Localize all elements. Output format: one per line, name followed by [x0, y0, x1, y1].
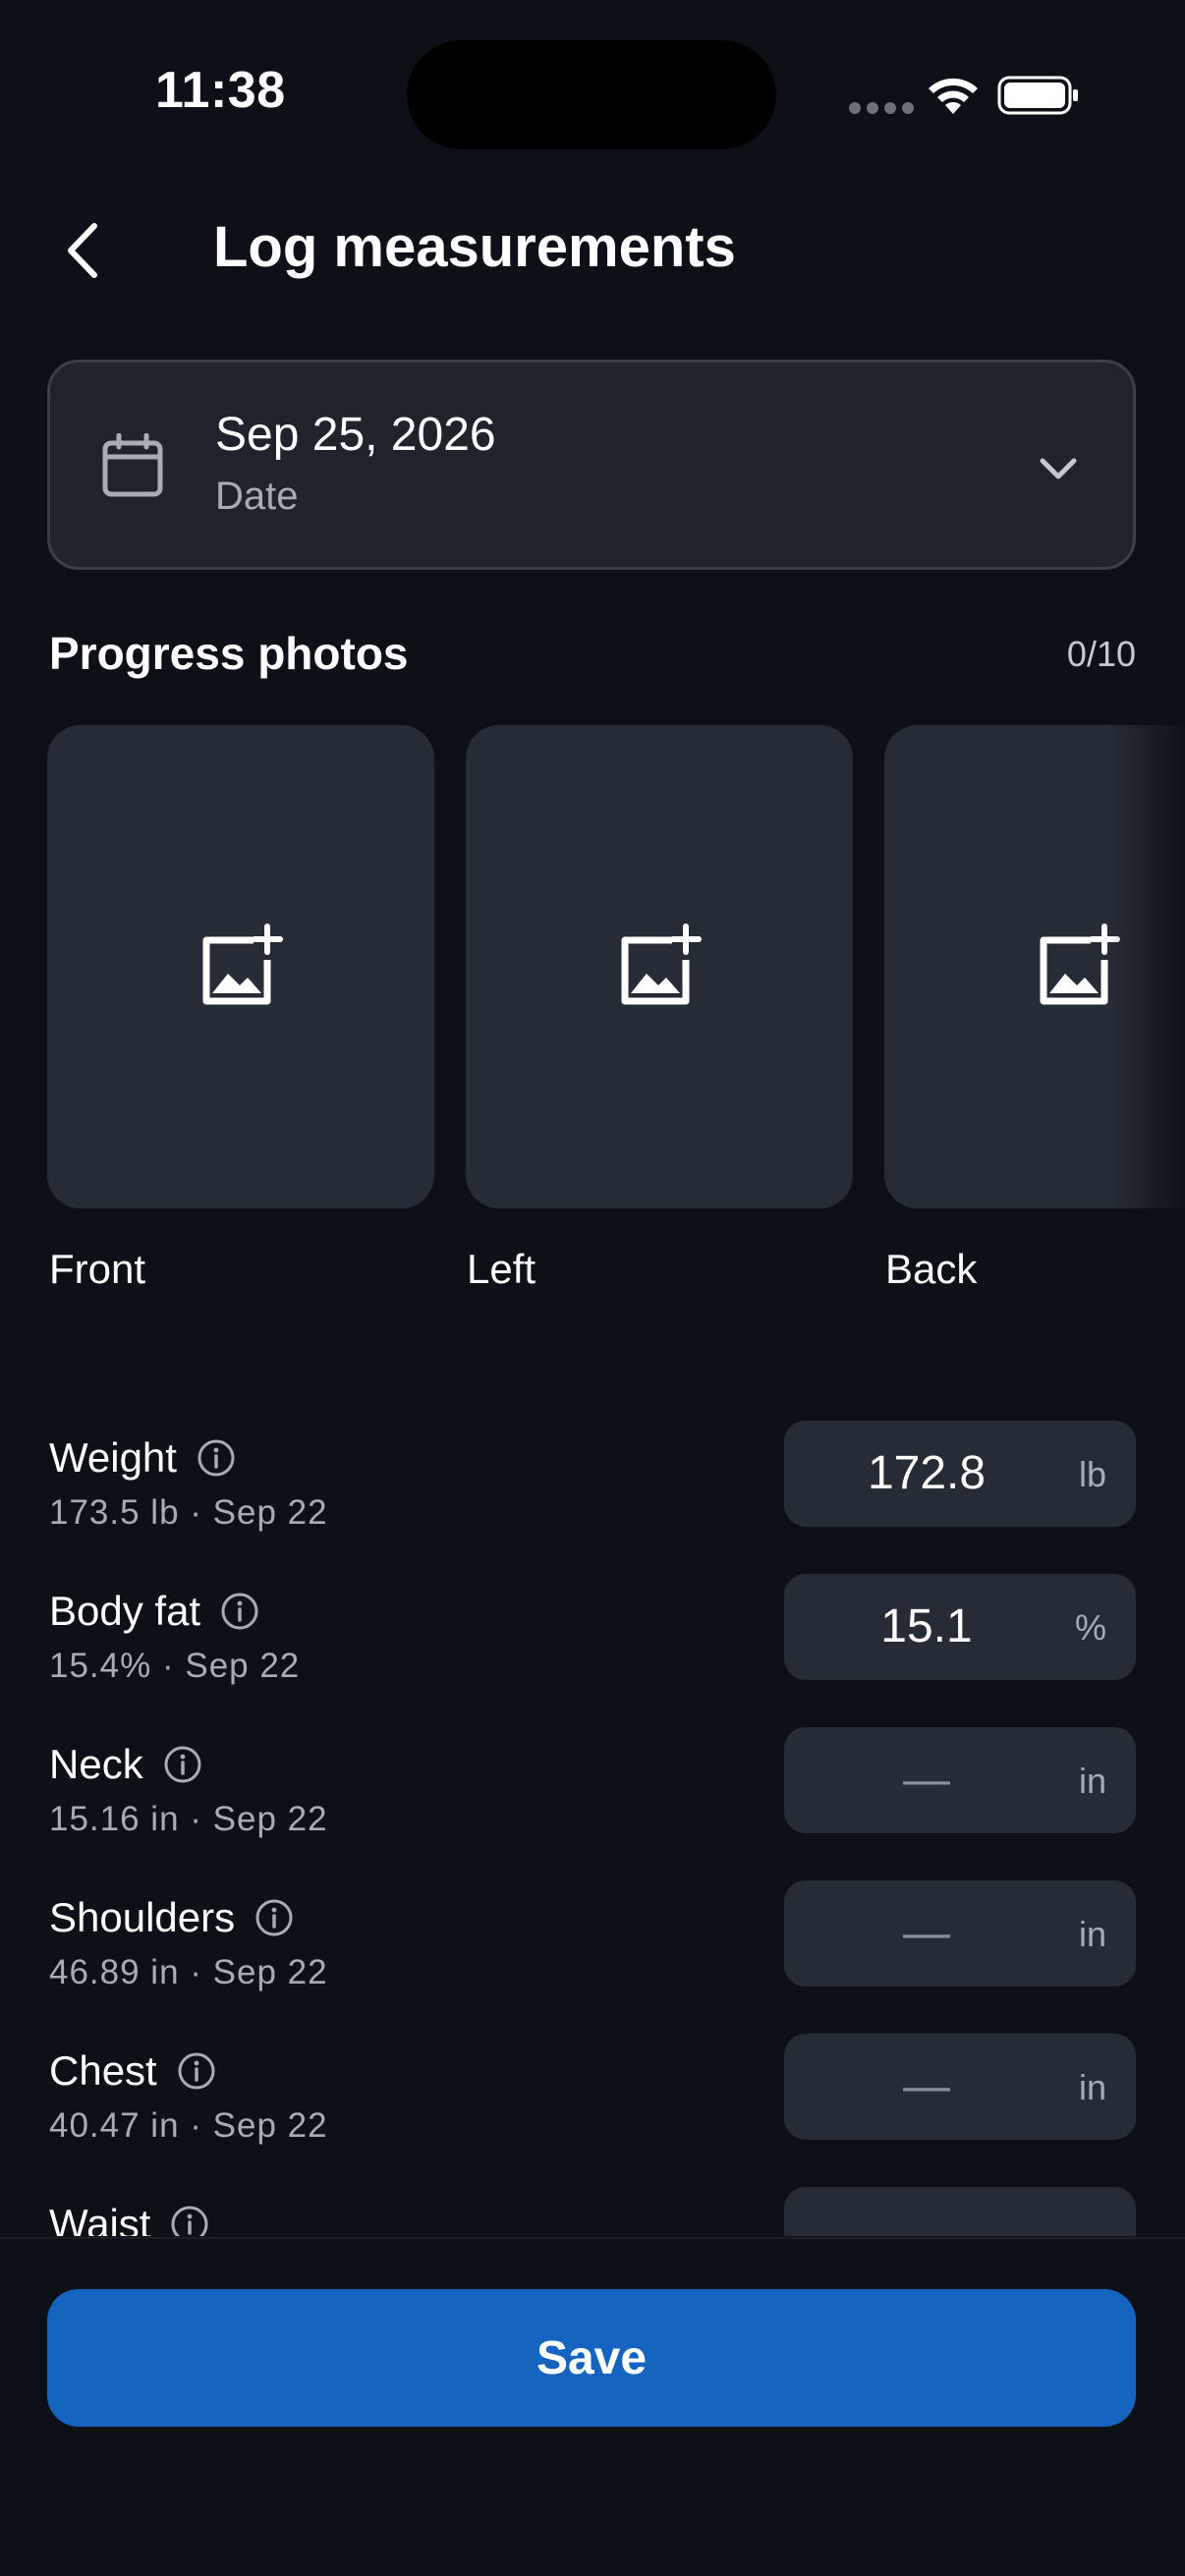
measurement-name: Body fat	[49, 1588, 201, 1634]
chevron-down-icon	[1040, 458, 1077, 479]
shoulders-input[interactable]: — in	[784, 1880, 1136, 1987]
input-value: —	[903, 2060, 950, 2112]
measurement-name: Chest	[49, 2047, 157, 2094]
measurement-list[interactable]: Weight 173.5 lb · Sep 22 172.8 lb Body f…	[0, 1415, 1185, 2236]
neck-input[interactable]: — in	[784, 1727, 1136, 1833]
battery-icon	[997, 76, 1078, 115]
cellular-signal-icon	[849, 102, 914, 114]
wifi-icon	[929, 78, 978, 114]
unit-label: lb	[1078, 1454, 1106, 1494]
measurement-row-neck: Neck 15.16 in · Sep 22 — in	[0, 1727, 1185, 1849]
weight-input[interactable]: 172.8 lb	[784, 1421, 1136, 1527]
info-icon[interactable]	[163, 1745, 202, 1784]
page-title: Log measurements	[213, 215, 736, 279]
measurement-name: Shoulders	[49, 1894, 236, 1940]
status-time: 11:38	[155, 62, 286, 119]
measurement-row-shoulders: Shoulders 46.89 in · Sep 22 — in	[0, 1880, 1185, 2002]
measurement-row-waist: Waist	[0, 2187, 1185, 2236]
photo-slot-left[interactable]	[466, 725, 853, 1208]
info-icon[interactable]	[220, 1592, 259, 1631]
measurement-name: Weight	[49, 1434, 177, 1481]
unit-label: %	[1074, 1607, 1106, 1648]
date-value: Sep 25, 2026	[215, 409, 496, 461]
input-value: 172.8	[867, 1447, 987, 1499]
photo-label-front: Front	[49, 1246, 146, 1292]
photo-count: 0/10	[1066, 634, 1136, 674]
calendar-icon	[102, 433, 163, 497]
input-value: —	[903, 1907, 950, 1959]
save-button[interactable]: Save	[47, 2289, 1136, 2427]
photo-label-left: Left	[467, 1246, 536, 1292]
measurement-name: Neck	[49, 1741, 143, 1787]
photo-strip[interactable]: Front Left Back	[0, 725, 1185, 1315]
date-label: Date	[215, 475, 299, 518]
unit-label: in	[1078, 1761, 1106, 1801]
chevron-left-icon	[68, 223, 97, 278]
date-picker[interactable]: Sep 25, 2026 Date	[47, 360, 1136, 570]
dynamic-island	[407, 40, 776, 149]
unit-label: in	[1078, 2067, 1106, 2107]
previous-value: 15.4% · Sep 22	[49, 1647, 301, 1685]
info-icon[interactable]	[254, 1898, 294, 1937]
waist-input[interactable]	[784, 2187, 1136, 2236]
previous-value: 15.16 in · Sep 22	[49, 1800, 328, 1838]
info-icon[interactable]	[197, 1438, 236, 1478]
scroll-fade	[1110, 725, 1185, 1208]
photo-label-back: Back	[885, 1246, 978, 1292]
input-value: 15.1	[880, 1600, 973, 1652]
previous-value: 40.47 in · Sep 22	[49, 2106, 328, 2145]
divider	[0, 2237, 1185, 2239]
measurement-row-chest: Chest 40.47 in · Sep 22 — in	[0, 2034, 1185, 2156]
unit-label: in	[1078, 1914, 1106, 1954]
measurement-row-weight: Weight 173.5 lb · Sep 22 172.8 lb	[0, 1421, 1185, 1542]
add-photo-icon	[621, 924, 702, 1005]
add-photo-icon	[202, 924, 283, 1005]
add-photo-icon	[1040, 924, 1120, 1005]
back-button[interactable]	[47, 206, 116, 295]
info-icon[interactable]	[170, 2205, 209, 2236]
previous-value: 173.5 lb · Sep 22	[49, 1493, 328, 1532]
input-value: —	[903, 1754, 950, 1806]
measurement-row-body-fat: Body fat 15.4% · Sep 22 15.1 %	[0, 1574, 1185, 1696]
progress-photos-title: Progress photos	[49, 628, 409, 679]
chest-input[interactable]: — in	[784, 2034, 1136, 2140]
body-fat-input[interactable]: 15.1 %	[784, 1574, 1136, 1680]
info-icon[interactable]	[177, 2051, 216, 2091]
previous-value: 46.89 in · Sep 22	[49, 1953, 328, 1991]
measurement-name: Waist	[49, 2201, 151, 2236]
photo-slot-front[interactable]	[47, 725, 434, 1208]
